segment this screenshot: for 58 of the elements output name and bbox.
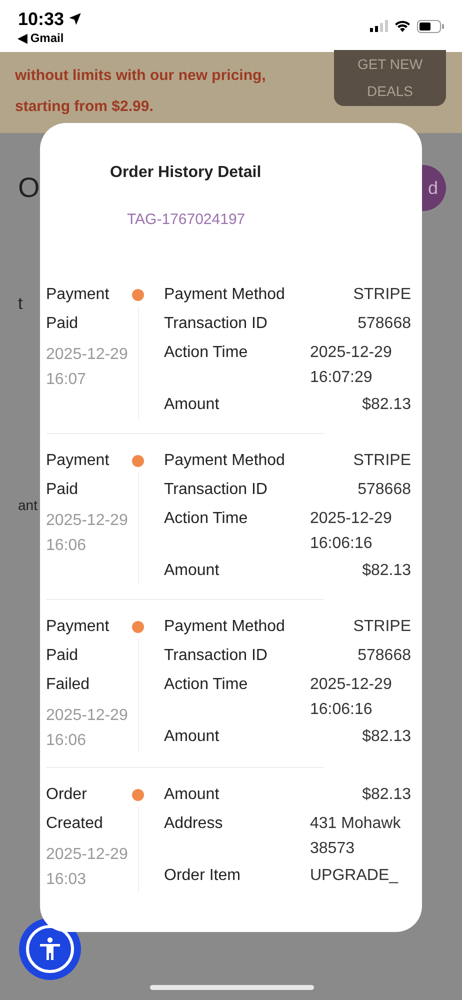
status-text: Failed bbox=[46, 674, 91, 694]
field-value: STRIPE bbox=[352, 284, 411, 304]
deals-button[interactable]: GET NEW DEALS bbox=[334, 50, 446, 106]
field-label: Amount bbox=[164, 394, 220, 414]
field-label: Transaction ID bbox=[164, 314, 268, 334]
status-text: Payment bbox=[46, 616, 110, 636]
clock-time: 10:33 bbox=[18, 8, 64, 30]
status-text: Paid bbox=[46, 646, 80, 666]
back-link[interactable]: ◀ Gmail bbox=[18, 30, 82, 46]
location-arrow-icon bbox=[68, 12, 82, 26]
wifi-icon bbox=[394, 20, 411, 32]
field-value: 2025-12-29 16:06:16 bbox=[310, 674, 393, 720]
field-label: Transaction ID bbox=[164, 646, 268, 666]
status-text: Payment bbox=[46, 450, 110, 470]
field-value: 2025-12-29 16:07:29 bbox=[310, 342, 393, 388]
field-label: Action Time bbox=[164, 674, 249, 694]
field-value: 578668 bbox=[356, 480, 411, 500]
field-label: Action Time bbox=[164, 342, 249, 362]
battery-icon bbox=[417, 20, 444, 32]
field-value: $82.13 bbox=[361, 726, 411, 746]
status-text: Paid bbox=[46, 314, 80, 334]
field-value: 578668 bbox=[356, 314, 411, 334]
field-label: Amount bbox=[164, 784, 220, 804]
field-label: Address bbox=[164, 814, 224, 834]
field-label: Transaction ID bbox=[164, 480, 268, 500]
signal-icon bbox=[370, 20, 388, 32]
field-value: STRIPE bbox=[352, 616, 411, 636]
accessibility-icon bbox=[39, 937, 61, 961]
status-date: 2025-12-29 16:03 bbox=[46, 844, 128, 890]
field-value: UPGRADE_ bbox=[310, 866, 400, 886]
field-label: Payment Method bbox=[164, 616, 286, 636]
modal-title: Order History Detail bbox=[110, 163, 262, 183]
field-value: $82.13 bbox=[361, 560, 411, 580]
page-text: ant bbox=[18, 496, 38, 514]
field-label: Payment Method bbox=[164, 284, 286, 304]
status-date: 2025-12-29 16:07 bbox=[46, 344, 128, 390]
status-text: Created bbox=[46, 814, 104, 834]
status-date: 2025-12-29 16:06 bbox=[46, 510, 128, 556]
status-text: Order bbox=[46, 784, 88, 804]
field-label: Amount bbox=[164, 726, 220, 746]
field-value: STRIPE bbox=[352, 450, 411, 470]
field-label: Order Item bbox=[164, 866, 242, 886]
status-text: Payment bbox=[46, 284, 110, 304]
promo-text: without limits with our new pricing, bbox=[15, 66, 266, 86]
field-label: Payment Method bbox=[164, 450, 286, 470]
field-value: 431 Mohawk 38573 bbox=[310, 814, 402, 858]
field-value: 2025-12-29 16:06:16 bbox=[310, 508, 393, 554]
status-text: Paid bbox=[46, 480, 80, 500]
status-date: 2025-12-29 16:06 bbox=[46, 706, 128, 750]
field-value: $82.13 bbox=[361, 394, 411, 414]
promo-text: starting from $2.99. bbox=[15, 97, 154, 117]
page-text: t bbox=[18, 293, 23, 315]
field-value: $82.13 bbox=[361, 784, 411, 804]
page-heading: O bbox=[18, 171, 40, 205]
field-value: 578668 bbox=[356, 646, 411, 666]
field-label: Amount bbox=[164, 560, 220, 580]
field-label: Action Time bbox=[164, 508, 249, 528]
order-tag: TAG-1767024197 bbox=[127, 209, 422, 232]
